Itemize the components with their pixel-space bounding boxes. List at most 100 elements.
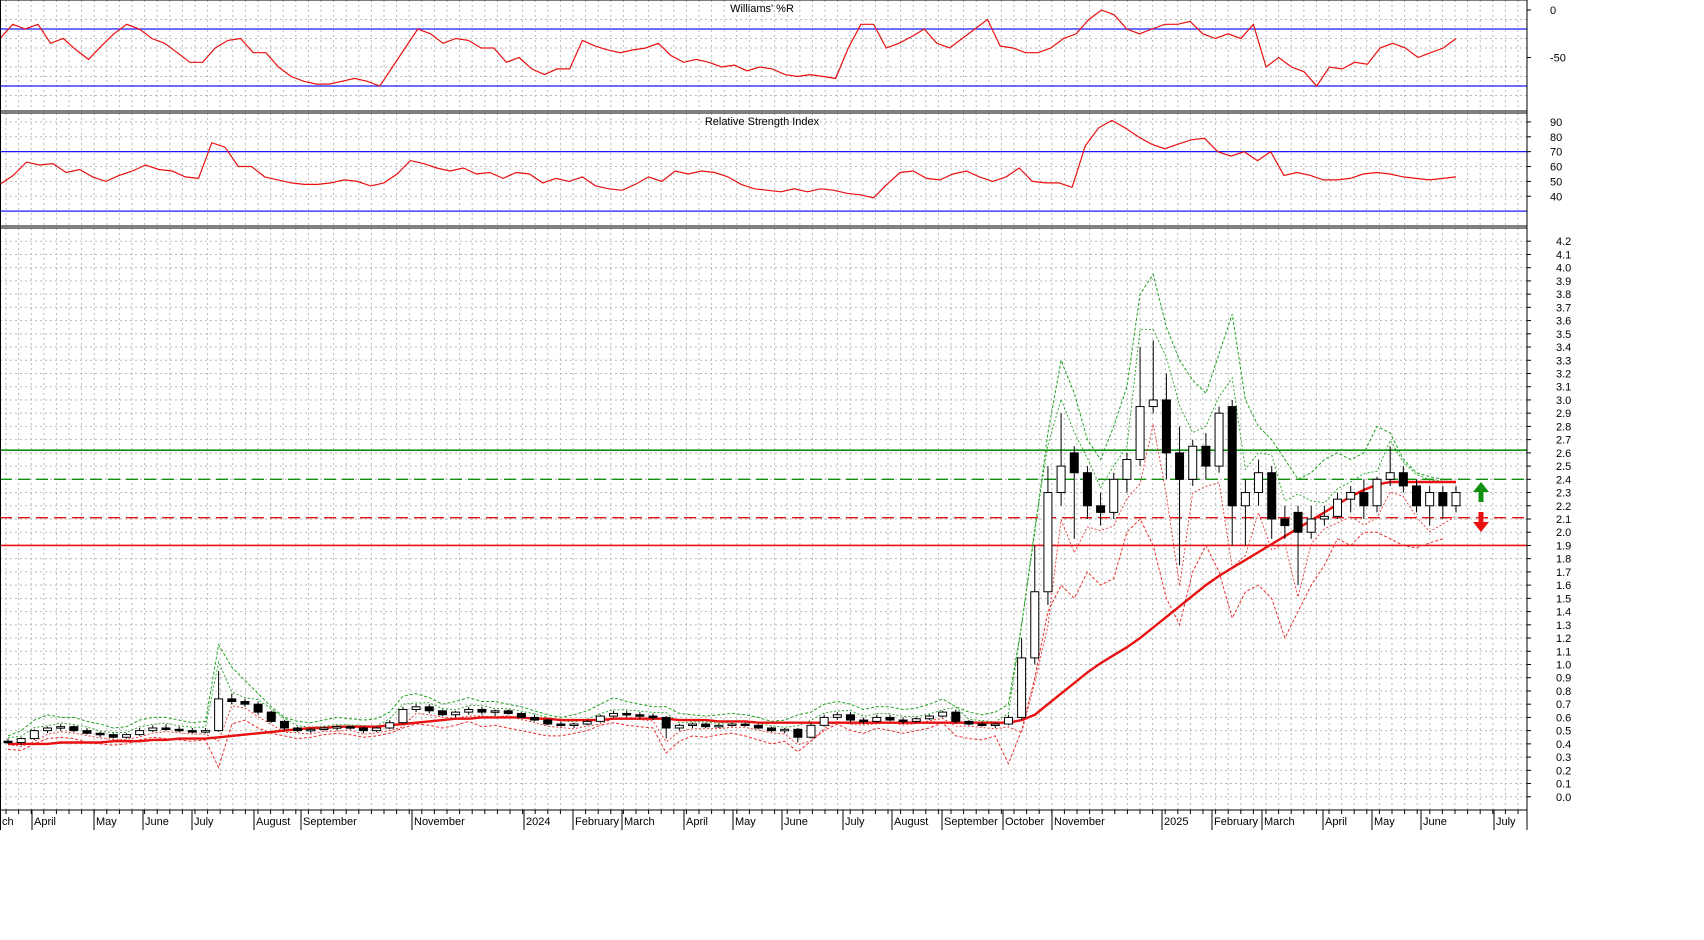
price-tick-label: 3.9 xyxy=(1556,276,1571,288)
candle-down xyxy=(516,712,526,718)
candle-up xyxy=(1135,406,1145,460)
price-tick-label: 0.0 xyxy=(1556,792,1571,804)
candle-down xyxy=(358,727,368,732)
candle-up xyxy=(1214,412,1224,467)
candle-up xyxy=(1003,716,1013,725)
x-tick-label: ch xyxy=(2,816,14,828)
candle-up xyxy=(214,698,224,732)
x-tick-label: September xyxy=(944,816,998,828)
candle-down xyxy=(1293,511,1303,533)
x-tick-label: 2024 xyxy=(526,816,550,828)
price-tick-label: 0.7 xyxy=(1556,699,1571,711)
candle-down xyxy=(766,727,776,732)
candle-down xyxy=(108,734,118,738)
candle-down xyxy=(951,711,961,722)
candle-up xyxy=(42,727,52,732)
price-tick-label: 2.3 xyxy=(1556,488,1571,500)
candle-down xyxy=(1359,492,1369,507)
price-tick-label: 3.3 xyxy=(1556,355,1571,367)
candle-down xyxy=(477,708,487,713)
candle-up xyxy=(1372,478,1382,507)
price-tick-label: 2.8 xyxy=(1556,421,1571,433)
candle-up xyxy=(385,722,395,729)
candle-down xyxy=(293,727,303,732)
williams-r-line xyxy=(0,9,1457,87)
candle-up xyxy=(1122,458,1132,480)
x-tick-label: April xyxy=(34,816,56,828)
candle-down xyxy=(530,716,540,721)
price-tick-label: 2.6 xyxy=(1556,448,1571,460)
candle-up xyxy=(464,708,474,713)
candle-up xyxy=(674,724,684,729)
stock-chart: 4.2 4.1 4.0 3.9 3.8 3.7 3.6 3.5 3.4 3.3 3.2 3.1 3.0 2… xyxy=(0,0,1704,935)
candle-down xyxy=(345,726,355,729)
x-tick-label: November xyxy=(414,816,465,828)
candle-up xyxy=(1030,591,1040,659)
x-tick-label: May xyxy=(96,816,117,828)
rsi-line xyxy=(0,119,1457,199)
rsi-title: Relative Strength Index xyxy=(705,116,820,128)
x-tick-label: April xyxy=(686,816,708,828)
candle-up xyxy=(990,723,1000,727)
price-tick-label: 3.8 xyxy=(1556,289,1571,301)
candle-up xyxy=(938,711,948,717)
chart-canvas: 4.24.14.03.93.83.73.63.53.43.33.23.13.02… xyxy=(0,0,1571,830)
candle-up xyxy=(911,718,921,722)
candle-up xyxy=(121,734,131,738)
rsi-tick-label: 60 xyxy=(1550,162,1562,174)
candle-up xyxy=(1333,498,1343,517)
up-arrow-icon xyxy=(1473,482,1489,502)
candle-down xyxy=(1227,406,1237,507)
candle-up xyxy=(306,728,316,732)
candle-down xyxy=(885,716,895,721)
candle-down xyxy=(161,727,171,730)
candle-up xyxy=(1425,492,1435,507)
price-tick-label: 0.6 xyxy=(1556,712,1571,724)
price-tick-label: 1.4 xyxy=(1556,607,1571,619)
price-tick-label: 1.6 xyxy=(1556,580,1571,592)
candle-down xyxy=(187,730,197,733)
williams-tick-label: 0 xyxy=(1550,5,1556,17)
candle-down xyxy=(424,706,434,712)
candle-down xyxy=(1280,518,1290,527)
price-tick-label: 1.3 xyxy=(1556,620,1571,632)
price-tick-label: 3.7 xyxy=(1556,302,1571,314)
x-tick-label: August xyxy=(256,816,290,828)
candle-down xyxy=(95,732,105,736)
candle-up xyxy=(135,730,145,736)
x-tick-label: 2025 xyxy=(1164,816,1188,828)
candle-up xyxy=(319,727,329,730)
candle-up xyxy=(688,723,698,727)
x-tick-label: October xyxy=(1005,816,1044,828)
price-tick-label: 4.1 xyxy=(1556,249,1571,261)
candle-down xyxy=(1267,472,1277,520)
candle-down xyxy=(635,714,645,717)
candle-up xyxy=(569,723,579,727)
x-tick-label: February xyxy=(1214,816,1259,828)
price-tick-label: 1.1 xyxy=(1556,646,1571,658)
x-tick-label: July xyxy=(194,816,214,828)
candle-down xyxy=(1175,452,1185,480)
candle-up xyxy=(1148,399,1158,408)
x-tick-label: August xyxy=(894,816,928,828)
price-tick-label: 0.3 xyxy=(1556,752,1571,764)
price-tick-label: 0.1 xyxy=(1556,779,1571,791)
candle-down xyxy=(1398,472,1408,487)
candle-down xyxy=(253,703,263,713)
x-tick-label: June xyxy=(145,816,169,828)
rsi-tick-label: 50 xyxy=(1550,176,1562,188)
candles-layer xyxy=(3,340,1461,746)
candle-up xyxy=(780,728,790,732)
price-tick-label: 2.7 xyxy=(1556,435,1571,447)
candle-up xyxy=(1109,478,1119,513)
candle-down xyxy=(859,719,869,723)
candle-up xyxy=(924,715,934,720)
candle-down xyxy=(1438,492,1448,507)
price-tick-label: 1.7 xyxy=(1556,567,1571,579)
candle-down xyxy=(227,698,237,703)
price-tick-label: 4.2 xyxy=(1556,236,1571,248)
price-tick-label: 2.4 xyxy=(1556,474,1571,486)
price-tick-label: 3.2 xyxy=(1556,369,1571,381)
candle-up xyxy=(1254,472,1264,494)
candle-up xyxy=(1451,492,1461,507)
